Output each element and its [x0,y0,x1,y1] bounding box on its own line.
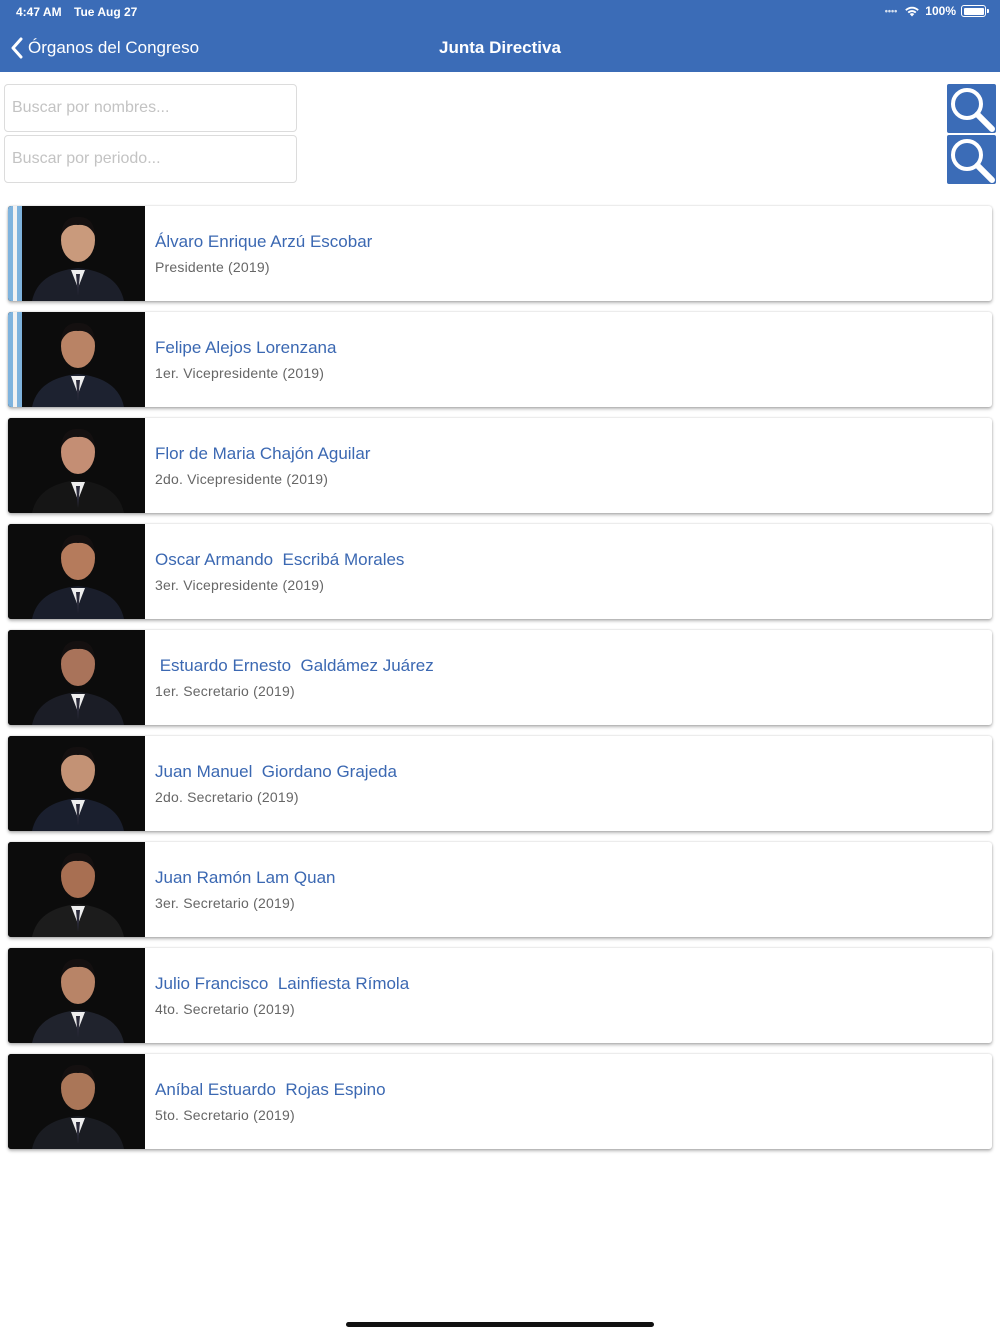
member-photo [8,736,145,831]
member-photo [8,630,145,725]
member-photo [8,842,145,937]
member-info: Felipe Alejos Lorenzana 1er. Vicepresiden… [145,312,336,407]
signal-icon: •••• [884,6,898,16]
member-card[interactable]: Felipe Alejos Lorenzana 1er. Vicepresiden… [8,312,992,407]
member-card[interactable]: Juan Manuel Giordano Grajeda 2do. Secreta… [8,736,992,831]
search-period-input[interactable] [4,135,297,183]
page-title: Junta Directiva [439,38,561,57]
member-role: 1er. Vicepresidente (2019) [155,365,325,381]
member-photo [8,1054,145,1149]
member-info: Aníbal Estuardo Rojas Espino 5to. Secreta… [145,1054,386,1149]
member-photo [8,206,145,301]
member-name: Juan Manuel Giordano Grajeda [155,762,397,781]
member-info: Álvaro Enrique Arzú Escobar Presidente (2… [145,206,372,301]
member-name: Aníbal Estuardo Rojas Espino [155,1080,386,1099]
member-name: Estuardo Ernesto Galdámez Juárez [155,656,434,675]
member-card[interactable]: Álvaro Enrique Arzú Escobar Presidente (2… [8,206,992,301]
wifi-icon [905,6,920,17]
search-names-button[interactable] [947,84,996,133]
member-role: 2do. Secretario (2019) [155,789,299,805]
search-names-input[interactable] [4,84,297,132]
member-name: Felipe Alejos Lorenzana [155,338,337,357]
member-photo [8,312,145,407]
member-name: Flor de Maria Chajón Aguilar [155,444,371,463]
member-card[interactable]: Estuardo Ernesto Galdámez Juárez 1er. Sec… [8,630,992,725]
battery-icon [961,5,989,17]
member-name: Álvaro Enrique Arzú Escobar [155,232,373,251]
search-icon [951,88,995,132]
status-indicators: •••• 100% [884,4,989,18]
search-icon [951,139,995,183]
status-time: 4:47 AM [16,5,62,19]
status-date: Tue Aug 27 [74,5,138,19]
member-card[interactable]: Juan Ramón Lam Quan 3er. Secretario (2019… [8,842,992,937]
member-list: Álvaro Enrique Arzú Escobar Presidente (2… [8,206,992,1160]
member-role: 3er. Secretario (2019) [155,895,295,911]
member-role: 3er. Vicepresidente (2019) [155,577,325,593]
member-info: Flor de Maria Chajón Aguilar 2do. Vicepre… [145,418,370,513]
member-card[interactable]: Oscar Armando Escribá Morales 3er. Vicepr… [8,524,992,619]
member-info: Oscar Armando Escribá Morales 3er. Vicepr… [145,524,404,619]
member-info: Estuardo Ernesto Galdámez Juárez 1er. Sec… [145,630,434,725]
member-card[interactable]: Julio Francisco Lainfiesta Rímola 4to. Se… [8,948,992,1043]
member-role: Presidente (2019) [155,259,270,275]
member-role: 2do. Vicepresidente (2019) [155,471,329,487]
member-photo [8,418,145,513]
member-info: Juan Manuel Giordano Grajeda 2do. Secreta… [145,736,397,831]
member-card[interactable]: Flor de Maria Chajón Aguilar 2do. Vicepre… [8,418,992,513]
member-role: 4to. Secretario (2019) [155,1001,295,1017]
battery-percent: 100% [925,4,956,18]
member-photo [8,524,145,619]
member-info: Juan Ramón Lam Quan 3er. Secretario (2019… [145,842,336,937]
navigation-bar: 4:47 AM Tue Aug 27 •••• 100% Órganos del… [0,0,1000,72]
member-card[interactable]: Aníbal Estuardo Rojas Espino 5to. Secreta… [8,1054,992,1149]
member-role: 1er. Secretario (2019) [155,683,295,699]
member-name: Julio Francisco Lainfiesta Rímola [155,974,410,993]
member-role: 5to. Secretario (2019) [155,1107,295,1123]
member-info: Julio Francisco Lainfiesta Rímola 4to. Se… [145,948,409,1043]
member-photo [8,948,145,1043]
search-period-button[interactable] [947,135,996,184]
member-name: Juan Ramón Lam Quan [155,868,336,887]
member-name: Oscar Armando Escribá Morales [155,550,405,569]
home-indicator [346,1322,654,1327]
